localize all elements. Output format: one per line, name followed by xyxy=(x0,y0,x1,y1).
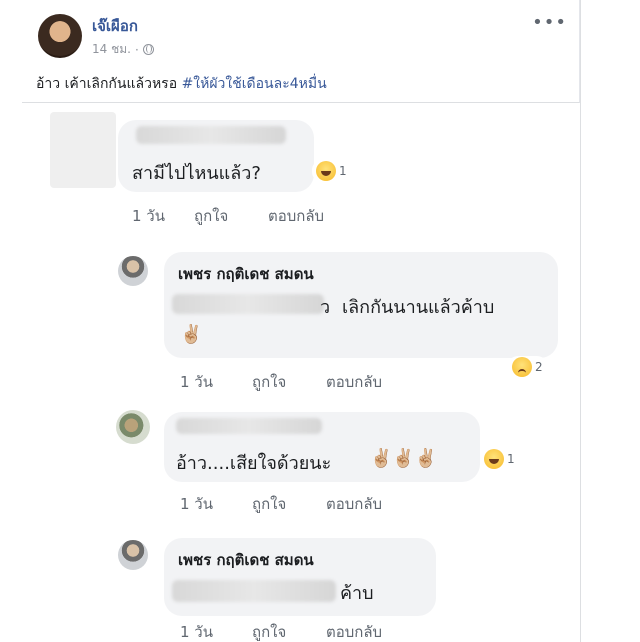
post-time[interactable]: 14 ชม. xyxy=(92,40,131,59)
commenter-avatar[interactable] xyxy=(118,540,148,570)
comment-actions: 1 วัน ถูกใจ ตอบกลับ xyxy=(180,620,382,642)
reaction-summary[interactable]: 1 xyxy=(312,160,351,182)
comment-time[interactable]: 1 วัน xyxy=(180,370,252,394)
comment-actions: 1 วัน ถูกใจ ตอบกลับ xyxy=(132,204,324,228)
comment-text: สามีไปไหนแล้ว? xyxy=(132,163,261,184)
reaction-summary[interactable]: 2 xyxy=(508,356,547,378)
author-avatar[interactable] xyxy=(38,14,82,58)
comment-bubble: เพชร กฤติเดช สมดน ค้าบ xyxy=(164,538,436,616)
like-button[interactable]: ถูกใจ xyxy=(252,370,326,394)
comment-time[interactable]: 1 วัน xyxy=(132,204,194,228)
comment-time[interactable]: 1 วัน xyxy=(180,492,252,516)
comment-text: เลิกกันนานแล้วค้าบ xyxy=(342,297,495,318)
post-text: อ้าว เค้าเลิกกันแล้วหรอ #ให้ผัวใช้เดือนล… xyxy=(36,73,327,95)
sad-reaction-icon xyxy=(512,357,532,377)
comment-bubble: เพชร กฤติเดช สมดน ว เลิกกันนานแล้วค้าบ ✌… xyxy=(164,252,558,358)
blurred-name xyxy=(136,126,286,144)
reaction-count: 2 xyxy=(535,360,543,374)
comment-emojis: ✌🏼✌🏼✌🏼 xyxy=(370,448,438,469)
laugh-reaction-icon xyxy=(316,161,336,181)
globe-icon xyxy=(142,44,154,55)
commenter-name[interactable]: เพชร กฤติเดช สมดน xyxy=(178,262,314,286)
post-author-name[interactable]: เจ๊เผือก xyxy=(92,14,138,38)
comment-actions: 1 วัน ถูกใจ ตอบกลับ xyxy=(180,370,382,394)
reaction-count: 1 xyxy=(507,452,515,466)
card-edge xyxy=(580,0,581,642)
post-meta: 14 ชม. · xyxy=(92,40,154,59)
reply-button[interactable]: ตอบกลับ xyxy=(326,370,382,394)
more-icon[interactable]: ••• xyxy=(532,12,567,33)
meta-separator: · xyxy=(134,42,139,57)
comment-time[interactable]: 1 วัน xyxy=(180,620,252,642)
reaction-count: 1 xyxy=(339,164,347,178)
blurred-avatar[interactable] xyxy=(50,112,116,188)
commenter-avatar[interactable] xyxy=(118,256,148,286)
post-hashtag[interactable]: #ให้ผัวใช้เดือนละ4หมื่น xyxy=(182,76,327,92)
like-button[interactable]: ถูกใจ xyxy=(252,620,326,642)
blurred-text xyxy=(172,580,336,602)
comment-actions: 1 วัน ถูกใจ ตอบกลับ xyxy=(180,492,382,516)
laugh-reaction-icon xyxy=(484,449,504,469)
commenter-name[interactable]: เพชร กฤติเดช สมดน xyxy=(178,548,314,572)
comment-emoji: ✌🏼 xyxy=(180,324,203,345)
blurred-text xyxy=(172,294,324,314)
reaction-summary[interactable]: 1 xyxy=(480,448,519,470)
reply-button[interactable]: ตอบกลับ xyxy=(268,204,324,228)
reply-button[interactable]: ตอบกลับ xyxy=(326,492,382,516)
commenter-avatar[interactable] xyxy=(116,410,150,444)
comment-prefix: ว xyxy=(320,297,331,318)
like-button[interactable]: ถูกใจ xyxy=(252,492,326,516)
comment-text: อ้าว....เสียใจด้วยนะ xyxy=(176,453,332,474)
comment-bubble: อ้าว....เสียใจด้วยนะ ✌🏼✌🏼✌🏼 xyxy=(164,412,480,482)
comment-text: ค้าบ xyxy=(340,583,374,604)
like-button[interactable]: ถูกใจ xyxy=(194,204,268,228)
post-header: เจ๊เผือก 14 ชม. · ••• อ้าว เค้าเลิกกันแล… xyxy=(22,0,580,103)
comment-bubble: สามีไปไหนแล้ว? xyxy=(118,120,314,192)
blurred-name xyxy=(176,418,322,434)
post-text-body: อ้าว เค้าเลิกกันแล้วหรอ xyxy=(36,76,182,92)
reply-button[interactable]: ตอบกลับ xyxy=(326,620,382,642)
